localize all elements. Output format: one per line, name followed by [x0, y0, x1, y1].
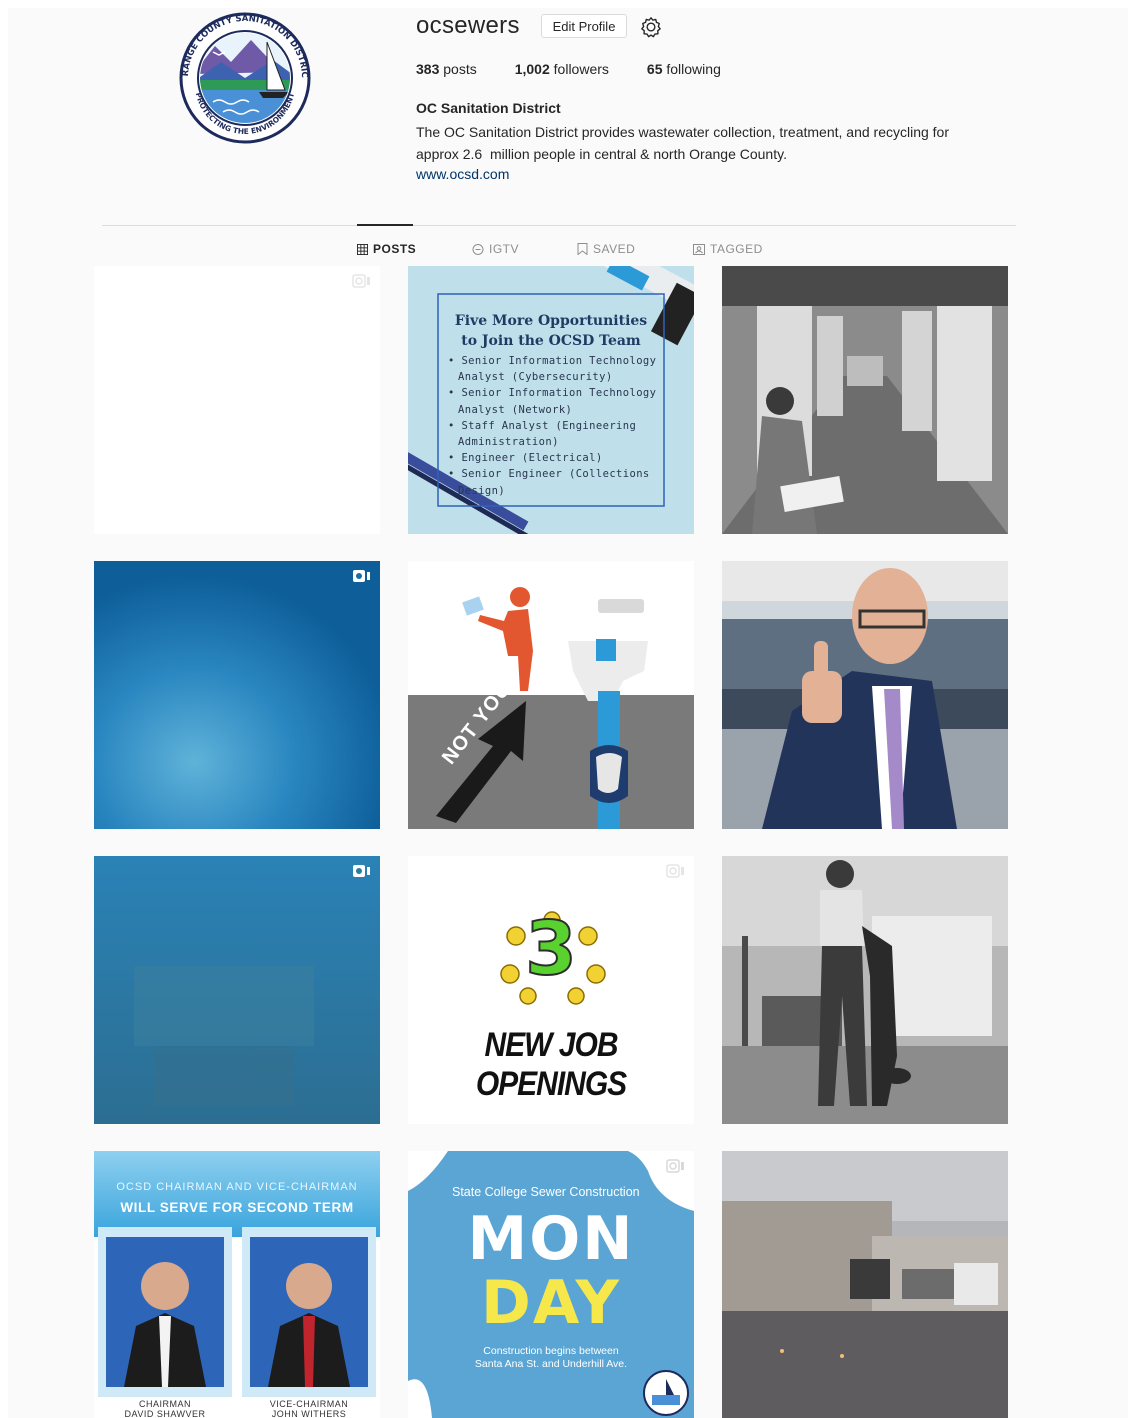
post-tile-underwater-video[interactable] [94, 856, 380, 1124]
job-item: • Staff Analyst (Engineering [448, 419, 637, 432]
profile-username: ocsewers [416, 12, 520, 39]
job-count-number: 3 [524, 905, 578, 993]
chairman-name: DAVID SHAWVER [124, 1409, 206, 1418]
following-label: following [666, 61, 721, 77]
posts-count: 383 [416, 61, 440, 77]
post-tile-thumbs-up[interactable] [722, 561, 1008, 829]
monday-header: State College Sewer Construction [452, 1185, 640, 1199]
job-item: • Senior Information Technology [448, 355, 657, 367]
job-item: Design) [458, 484, 506, 497]
following-stat[interactable]: 65 following [647, 61, 721, 77]
profile-bio: The OC Sanitation District provides wast… [416, 121, 1016, 165]
tab-igtv[interactable]: IGTV [472, 242, 519, 256]
video-icon [353, 570, 370, 582]
job-item: • Senior Engineer (Collections [448, 468, 650, 481]
monday-sub-line: Santa Ana St. and Underhill Ave. [474, 1358, 628, 1370]
settings-gear-icon[interactable] [640, 16, 662, 38]
chairman-line1: OCSD CHAIRMAN AND VICE-CHAIRMAN [116, 1181, 358, 1193]
post-title-line: to Join the OCSD Team [461, 333, 641, 349]
chairman-title: CHAIRMAN [138, 1399, 191, 1409]
tab-label: SAVED [593, 242, 636, 256]
post-tile-historic-corridor[interactable] [722, 266, 1008, 534]
active-tab-indicator [357, 224, 413, 226]
vice-chairman-name: JOHN WITHERS [271, 1409, 347, 1418]
tab-posts[interactable]: POSTS [357, 242, 416, 256]
igtv-icon [472, 244, 484, 255]
post-tile-monday[interactable]: State College Sewer Construction MON DAY… [408, 1151, 694, 1418]
tab-tagged[interactable]: TAGGED [693, 242, 763, 256]
tag-icon [693, 244, 705, 255]
bookmark-icon [577, 243, 588, 255]
monday-mon: MON [467, 1204, 635, 1274]
video-icon [353, 865, 370, 877]
posts-label: posts [443, 61, 477, 77]
chairman-line2: WILL SERVE FOR SECOND TERM [120, 1200, 354, 1215]
post-tile-historic-worker[interactable] [722, 856, 1008, 1124]
video-icon [666, 1159, 684, 1173]
post-title-line: Five More Opportunities [454, 313, 648, 329]
post-tile-ocean-video[interactable] [94, 561, 380, 829]
followers-label: followers [553, 61, 609, 77]
followers-stat[interactable]: 1,002 followers [515, 61, 609, 77]
profile-stats: 383 posts 1,002 followers 65 following [416, 61, 759, 77]
profile-website-link[interactable]: www.ocsd.com [416, 166, 509, 182]
tab-label: TAGGED [710, 242, 763, 256]
video-icon [352, 274, 370, 288]
monday-sub-line: Construction begins between [483, 1345, 619, 1357]
profile-full-name: OC Sanitation District [416, 100, 561, 116]
posts-stat: 383 posts [416, 61, 477, 77]
job-item: Analyst (Network) [458, 403, 573, 416]
tab-saved[interactable]: SAVED [577, 242, 635, 256]
post-tile-chairman[interactable]: OCSD CHAIRMAN AND VICE-CHAIRMAN WILL SER… [94, 1151, 380, 1418]
job-item: Administration) [458, 436, 559, 449]
monday-day: DAY [481, 1268, 621, 1338]
job-item: Analyst (Cybersecurity) [458, 371, 613, 384]
post-tile-five-jobs[interactable]: Five More Opportunities to Join the OCSD… [408, 266, 694, 534]
edit-profile-button[interactable]: Edit Profile [541, 14, 627, 38]
profile-logo[interactable]: ORANGE COUNTY SANITATION DISTRICT PROTEC… [169, 5, 317, 144]
bio-line: The OC Sanitation District provides wast… [416, 124, 950, 140]
followers-count: 1,002 [514, 61, 550, 77]
tabs-divider [102, 225, 1016, 226]
following-count: 65 [646, 61, 663, 77]
profile-page: ORANGE COUNTY SANITATION DISTRICT PROTEC… [8, 5, 1128, 1418]
job-item: • Engineer (Electrical) [448, 452, 603, 465]
vice-chairman-title: VICE-CHAIRMAN [269, 1399, 349, 1409]
bio-line: approx 2.6 million people in central & n… [416, 146, 787, 162]
post-tile-blank[interactable] [94, 266, 380, 534]
post-tile-not-you[interactable]: NOT YOU [408, 561, 694, 829]
job-openings-text: NEW JOB OPENINGS [475, 1025, 627, 1103]
job-item: • Senior Information Technology [448, 387, 657, 400]
tab-label: POSTS [373, 242, 417, 256]
post-tile-facility-trucks[interactable] [722, 1151, 1008, 1418]
post-tile-three-jobs[interactable]: 3 NEW JOB OPENINGS [408, 856, 694, 1124]
grid-icon [357, 243, 368, 255]
tab-label: IGTV [489, 242, 520, 256]
